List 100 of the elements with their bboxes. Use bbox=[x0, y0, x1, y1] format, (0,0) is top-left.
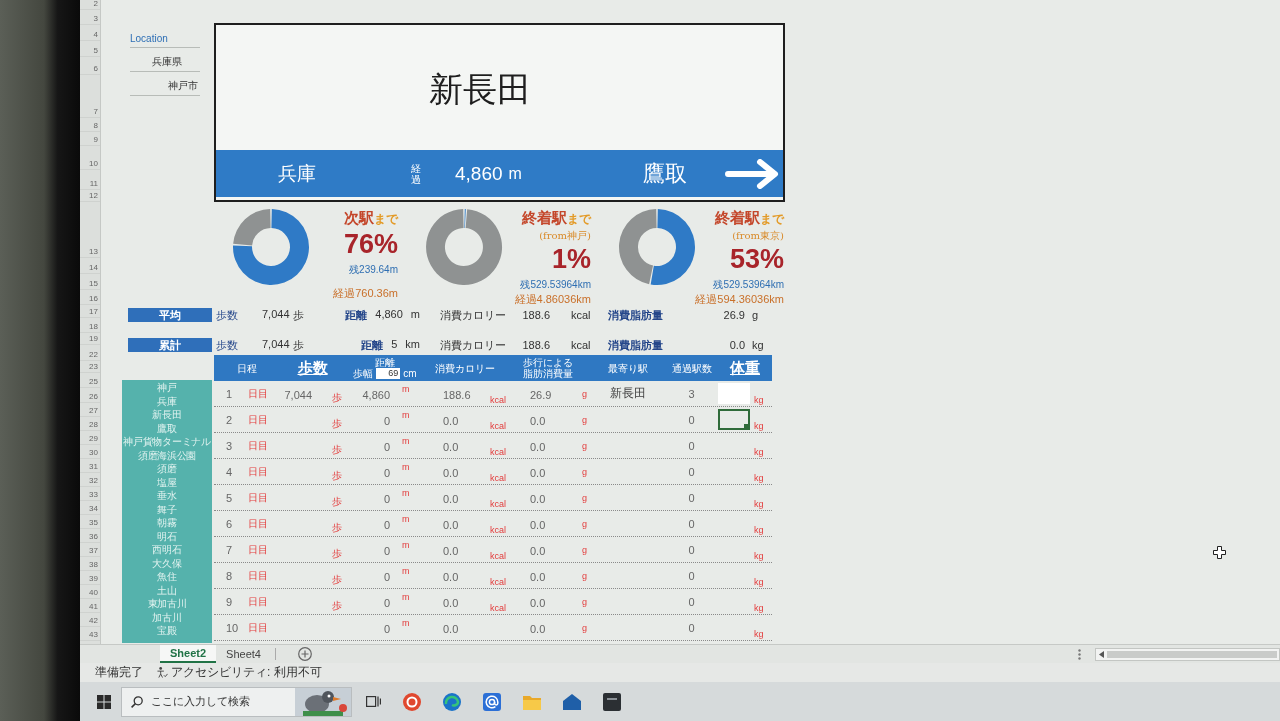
calories-unit: kcal bbox=[571, 309, 591, 321]
stations-passed: 0 bbox=[688, 543, 695, 556]
stations-passed: 0 bbox=[688, 569, 695, 582]
row-number: 22 bbox=[89, 351, 98, 359]
day-number: 4 bbox=[226, 465, 233, 478]
row-number: 35 bbox=[89, 519, 98, 527]
day-unit: 日目 bbox=[248, 386, 268, 401]
row-number: 12 bbox=[89, 192, 98, 200]
calories-unit: kcal bbox=[490, 577, 506, 588]
stations-passed: 0 bbox=[688, 621, 695, 634]
illustration-drawing bbox=[295, 687, 351, 716]
steps-value: 7,044 bbox=[262, 337, 290, 352]
horizontal-scrollbar[interactable] bbox=[1095, 647, 1280, 661]
station-list-item: 魚住 bbox=[157, 570, 177, 584]
day-number: 1 bbox=[226, 387, 233, 400]
distance-value: 0 bbox=[383, 414, 390, 427]
row-number: 25 bbox=[89, 378, 98, 386]
crosshair-cursor-icon bbox=[1213, 546, 1226, 559]
calories-label: 消費カロリー bbox=[440, 308, 506, 321]
at-sign-icon[interactable] bbox=[483, 692, 501, 711]
column-header: 歩数 bbox=[297, 359, 328, 377]
fat-label: 消費脂肪量 bbox=[608, 338, 663, 351]
weight-unit: kg bbox=[754, 525, 764, 536]
fat-value: 26.9 bbox=[530, 388, 552, 401]
accessibility-status[interactable]: アクセシビリティ: 利用不可 bbox=[171, 664, 322, 681]
gauge-title: 終着駅まで bbox=[715, 208, 784, 228]
scroll-left-arrow-icon[interactable] bbox=[1099, 650, 1104, 658]
windows-logo-icon[interactable] bbox=[97, 694, 111, 709]
steps-unit: 歩 bbox=[332, 521, 342, 535]
calories-value: 0.0 bbox=[443, 492, 459, 505]
row-number: 4 bbox=[93, 31, 98, 39]
distance-value: 0 bbox=[383, 466, 390, 479]
day-unit: 日目 bbox=[248, 464, 268, 479]
steps-value: 7,044 bbox=[262, 307, 290, 322]
accessibility-icon[interactable] bbox=[157, 667, 168, 678]
station-list-item: 新長田 bbox=[152, 408, 182, 422]
weight-unit: kg bbox=[754, 447, 764, 458]
distance-unit: m bbox=[402, 487, 410, 498]
sheet-tab[interactable]: Sheet2 bbox=[160, 645, 217, 663]
row-number: 41 bbox=[89, 603, 98, 611]
station-list-item: 須磨海浜公園 bbox=[137, 448, 197, 462]
next-station-name: 鷹取 bbox=[643, 159, 687, 188]
stations-passed: 0 bbox=[688, 413, 695, 426]
round-app-icon[interactable] bbox=[403, 692, 421, 711]
station-list-item: 土山 bbox=[157, 583, 177, 597]
stride-field[interactable]: 69 bbox=[376, 368, 401, 379]
distance-value: 0 bbox=[383, 492, 390, 505]
weight-unit: kg bbox=[754, 421, 764, 432]
remaining-distance: 残529.53964km bbox=[713, 278, 784, 292]
day-number: 8 bbox=[226, 569, 233, 582]
column-header: 最寄り駅 bbox=[607, 362, 648, 374]
scrollbar-thumb[interactable] bbox=[1107, 650, 1277, 658]
splitter-icon[interactable] bbox=[1078, 648, 1081, 660]
station-list-item: 鷹取 bbox=[157, 421, 177, 435]
remaining-distance: 残529.53964km bbox=[520, 278, 591, 292]
stride-label: 歩幅 bbox=[353, 368, 374, 379]
steps-unit: 歩 bbox=[332, 495, 342, 509]
steps-label: 歩数 bbox=[216, 308, 238, 321]
distance-value: 0 bbox=[383, 570, 390, 583]
row-number: 28 bbox=[89, 421, 98, 429]
swirl-icon[interactable] bbox=[443, 692, 461, 711]
steps-unit: 歩 bbox=[332, 469, 342, 483]
weight-unit: kg bbox=[754, 629, 764, 640]
gauge-title: 次駅まで bbox=[344, 208, 398, 228]
fat-unit: g bbox=[582, 414, 587, 425]
station-list-item: 明石 bbox=[157, 529, 177, 543]
elapsed-distance: 経過594.36036km bbox=[695, 292, 784, 307]
gauge-origin: (from神戸) bbox=[539, 229, 591, 243]
station-list-item: 西明石 bbox=[152, 543, 182, 557]
distance-unit: m bbox=[402, 539, 410, 550]
task-view-icon[interactable] bbox=[366, 696, 381, 707]
elapsed-label: 経過 bbox=[411, 162, 421, 185]
distance-value: 4,860 bbox=[362, 388, 390, 401]
station-list-item: 舞子 bbox=[157, 502, 177, 516]
distance-value: 0 bbox=[383, 544, 390, 557]
day-unit: 日目 bbox=[248, 594, 268, 609]
weight-unit: kg bbox=[754, 499, 764, 510]
sheet-tab[interactable]: Sheet4 bbox=[216, 645, 271, 663]
row-number: 8 bbox=[93, 122, 98, 130]
distance-value: 0 bbox=[383, 596, 390, 609]
row-number: 13 bbox=[89, 248, 98, 256]
station-list-item: 塩屋 bbox=[157, 475, 177, 489]
fat-value: 0.0 bbox=[530, 622, 546, 635]
row-number: 38 bbox=[89, 561, 98, 569]
square-app-icon[interactable] bbox=[603, 692, 621, 711]
fat-value: 0.0 bbox=[530, 596, 546, 609]
add-sheet-icon[interactable] bbox=[297, 647, 312, 661]
distance-unit: m bbox=[402, 435, 410, 446]
house-icon[interactable] bbox=[563, 692, 581, 711]
calories-value: 0.0 bbox=[443, 544, 459, 557]
station-list-item: 垂水 bbox=[157, 489, 177, 503]
row-number: 36 bbox=[89, 533, 98, 541]
station-list-item: 加古川 bbox=[152, 610, 182, 624]
calories-value: 0.0 bbox=[443, 596, 459, 609]
selected-cell[interactable] bbox=[718, 409, 750, 430]
stations-passed: 0 bbox=[688, 517, 695, 530]
station-name: 新長田 bbox=[609, 385, 646, 402]
search-field[interactable]: ここに入力して検索 bbox=[121, 686, 352, 717]
calories-value: 0.0 bbox=[443, 622, 459, 635]
row-number: 5 bbox=[93, 47, 98, 55]
